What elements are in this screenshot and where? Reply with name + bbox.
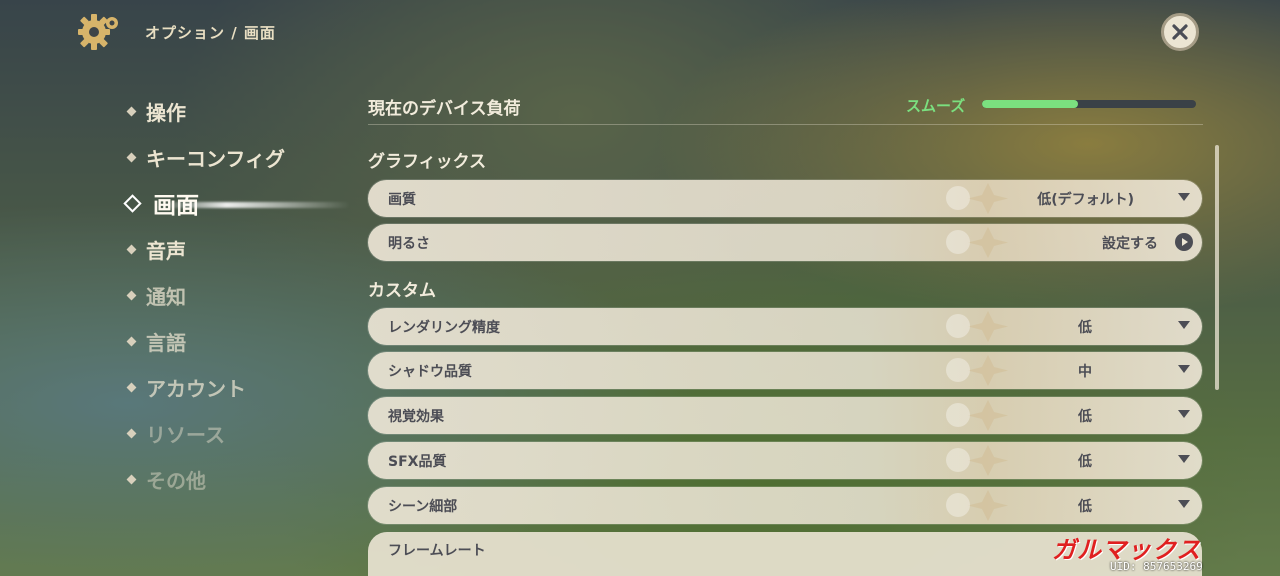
setting-label: SFX品質 bbox=[388, 454, 447, 470]
diamond-bullet-icon bbox=[126, 290, 137, 300]
uid-label: UID: 857653269 bbox=[1110, 560, 1203, 573]
setting-row-scene-detail[interactable]: シーン細部 低 bbox=[368, 487, 1202, 524]
setting-label: フレームレート bbox=[388, 543, 486, 559]
diamond-bullet-icon bbox=[126, 474, 137, 484]
setting-label: 画質 bbox=[388, 192, 416, 208]
chevron-down-icon bbox=[1178, 410, 1190, 418]
star-decoration-icon bbox=[946, 183, 1008, 214]
sidebar-item-controls[interactable]: 操作 bbox=[120, 88, 350, 134]
play-circle-icon bbox=[1175, 233, 1193, 251]
sidebar-item-language[interactable]: 言語 bbox=[120, 318, 350, 364]
star-decoration-icon bbox=[946, 445, 1008, 476]
star-decoration-icon bbox=[946, 311, 1008, 342]
setting-value: 低(デフォルト) bbox=[1037, 192, 1134, 208]
setting-row-visual-effects[interactable]: 視覚効果 低 bbox=[368, 397, 1202, 434]
setting-label: シーン細部 bbox=[388, 499, 458, 515]
sidebar-item-label: キーコンフィグ bbox=[146, 146, 285, 171]
sidebar-item-key-config[interactable]: キーコンフィグ bbox=[120, 134, 350, 180]
sidebar-item-resources[interactable]: リソース bbox=[120, 410, 350, 456]
sidebar-item-label: 言語 bbox=[146, 330, 186, 355]
divider bbox=[368, 124, 1203, 125]
sidebar-item-label: 操作 bbox=[146, 100, 186, 125]
device-load-bar bbox=[982, 100, 1196, 108]
section-heading-graphics: グラフィックス bbox=[368, 152, 487, 172]
chevron-down-icon bbox=[1178, 365, 1190, 373]
setting-row-sfx-quality[interactable]: SFX品質 低 bbox=[368, 442, 1202, 479]
star-decoration-icon bbox=[946, 490, 1008, 521]
sidebar-item-audio[interactable]: 音声 bbox=[120, 226, 350, 272]
setting-value: 設定する bbox=[1102, 236, 1158, 252]
device-load-status: スムーズ bbox=[906, 97, 966, 115]
active-highlight bbox=[160, 202, 350, 208]
diamond-bullet-icon bbox=[123, 193, 142, 213]
sidebar-item-label: アカウント bbox=[146, 376, 246, 401]
sidebar-item-label: 通知 bbox=[146, 284, 186, 309]
chevron-down-icon bbox=[1178, 321, 1190, 329]
section-heading-custom: カスタム bbox=[368, 281, 436, 301]
star-decoration-icon bbox=[946, 355, 1008, 386]
top-bar: オプション / 画面 bbox=[0, 0, 1280, 64]
sidebar-nav: 操作 キーコンフィグ 画面 音声 通知 言語 アカウント リソース その他 bbox=[120, 88, 350, 502]
diamond-bullet-icon bbox=[126, 382, 137, 392]
sidebar-item-other[interactable]: その他 bbox=[120, 456, 350, 502]
sidebar-item-label: 音声 bbox=[146, 238, 186, 263]
setting-label: シャドウ品質 bbox=[388, 364, 472, 380]
diamond-bullet-icon bbox=[126, 106, 137, 116]
sidebar-item-notifications[interactable]: 通知 bbox=[120, 272, 350, 318]
device-load-title: 現在のデバイス負荷 bbox=[368, 99, 521, 119]
setting-label: レンダリング精度 bbox=[388, 320, 500, 336]
setting-row-render-resolution[interactable]: レンダリング精度 低 bbox=[368, 308, 1202, 345]
close-icon bbox=[1172, 24, 1188, 40]
gear-icon bbox=[78, 14, 118, 50]
star-decoration-icon bbox=[946, 400, 1008, 431]
setting-row-shadow-quality[interactable]: シャドウ品質 中 bbox=[368, 352, 1202, 389]
scrollbar[interactable] bbox=[1215, 145, 1219, 390]
sidebar-item-label: その他 bbox=[146, 468, 206, 493]
device-load-row: 現在のデバイス負荷 スムーズ bbox=[368, 90, 1198, 120]
diamond-bullet-icon bbox=[126, 336, 137, 346]
sidebar-item-account[interactable]: アカウント bbox=[120, 364, 350, 410]
diamond-bullet-icon bbox=[126, 428, 137, 438]
sidebar-item-label: リソース bbox=[146, 422, 225, 447]
device-load-fill bbox=[982, 100, 1079, 108]
chevron-down-icon bbox=[1178, 500, 1190, 508]
setting-row-brightness[interactable]: 明るさ 設定する bbox=[368, 224, 1202, 261]
diamond-bullet-icon bbox=[126, 152, 137, 162]
setting-row-quality[interactable]: 画質 低(デフォルト) bbox=[368, 180, 1202, 217]
chevron-down-icon bbox=[1178, 193, 1190, 201]
setting-label: 明るさ bbox=[388, 236, 430, 252]
sidebar-item-graphics[interactable]: 画面 bbox=[120, 180, 350, 226]
chevron-down-icon bbox=[1178, 455, 1190, 463]
close-button[interactable] bbox=[1161, 13, 1199, 51]
setting-label: 視覚効果 bbox=[388, 409, 444, 425]
diamond-bullet-icon bbox=[126, 244, 137, 254]
breadcrumb: オプション / 画面 bbox=[145, 24, 276, 42]
star-decoration-icon bbox=[946, 227, 1008, 258]
